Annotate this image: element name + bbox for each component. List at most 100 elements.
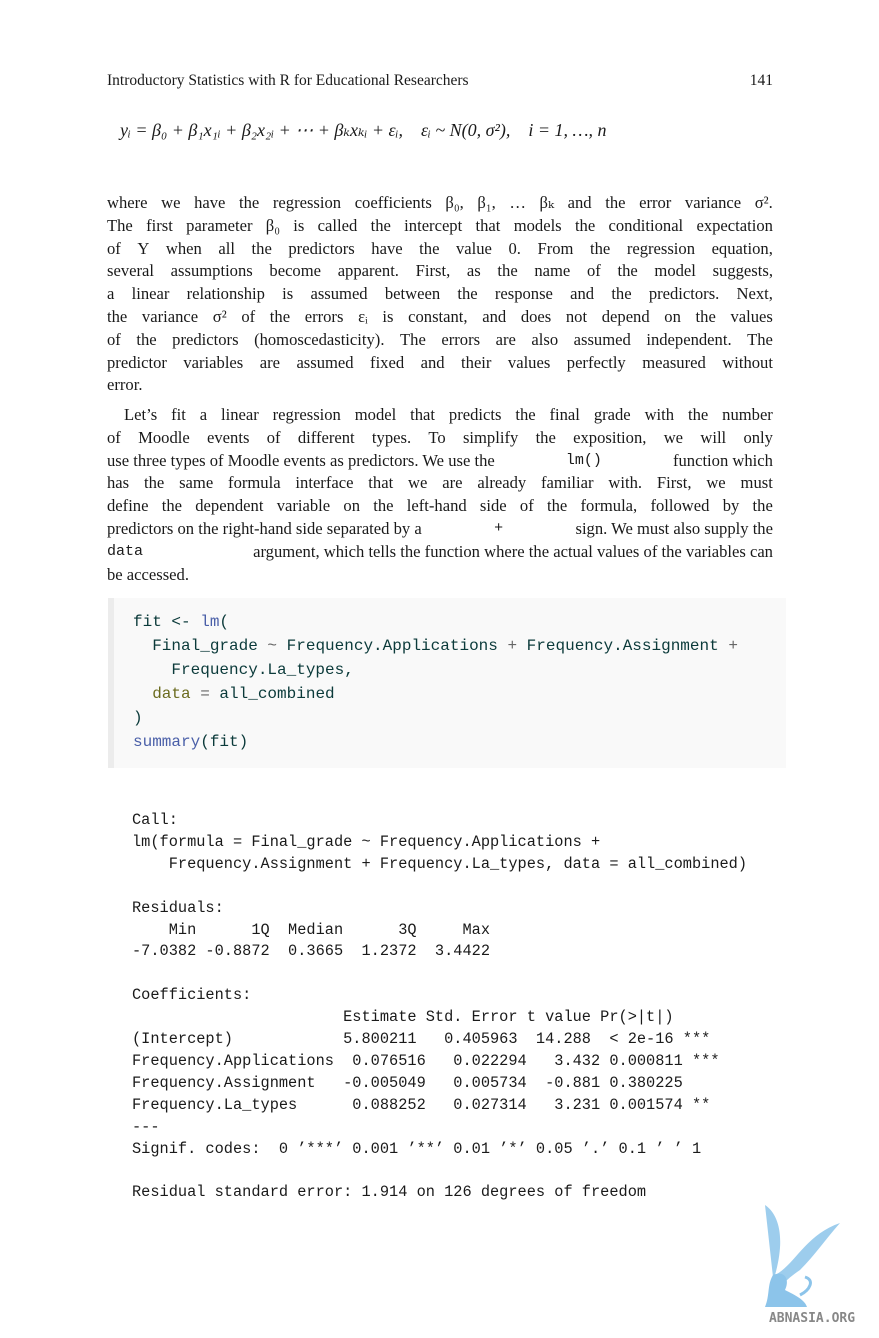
word: when: [165, 238, 202, 258]
word: To: [428, 427, 446, 447]
word: that: [410, 405, 436, 424]
word: β₀: [265, 215, 280, 235]
word: between: [384, 284, 441, 304]
word: without: [722, 352, 773, 372]
word: the: [107, 306, 128, 326]
word: called: [317, 215, 358, 235]
word: we: [706, 473, 726, 493]
word: Next,: [736, 284, 773, 304]
code-block: fit <- lm( Final_grade ~ Frequency.Appli…: [108, 598, 786, 768]
word: and: [482, 306, 507, 326]
text-line: the variance σ² of the errors εᵢ is constant, and…: [107, 306, 773, 329]
word: intercept: [404, 215, 463, 235]
word: Let’s: [124, 405, 158, 424]
word: also: [531, 329, 559, 349]
word: on: [664, 306, 681, 326]
code-operator: =: [190, 685, 220, 703]
word: regression: [272, 405, 341, 424]
code-function: lm: [200, 613, 220, 631]
word: 0.: [508, 238, 521, 258]
word: assumed: [573, 329, 631, 349]
word: predictors: [288, 238, 355, 258]
word: assumptions: [170, 261, 253, 281]
running-header-title: Introductory Statistics with R for Educa…: [107, 72, 469, 89]
word: same: [179, 473, 214, 493]
word: assumed: [310, 284, 368, 304]
word: name: [534, 261, 571, 281]
word: value: [455, 238, 492, 258]
word: are: [495, 329, 516, 349]
word: Y: [137, 238, 150, 258]
word: values: [507, 352, 551, 372]
word: First,: [415, 261, 451, 281]
word: where: [107, 193, 148, 212]
word: the: [617, 261, 638, 281]
text-line: where we have the regression coefficients β₀, β…: [107, 192, 773, 215]
code-text: fit <-: [133, 613, 201, 631]
word: measured: [642, 352, 706, 372]
word: is: [293, 215, 305, 235]
word: are: [259, 352, 280, 372]
word: have: [194, 193, 226, 212]
word: expectation: [696, 215, 773, 235]
word: has: [107, 473, 130, 493]
code-text: ): [133, 709, 143, 727]
word: β₁,: [477, 193, 496, 212]
word: all: [218, 238, 235, 258]
text-line: of Ywhen all the predictors have the value 0. Fro…: [107, 238, 773, 261]
text-segment: argument, which tells the function where…: [253, 541, 773, 561]
word: followed: [650, 496, 710, 516]
word: already: [477, 473, 527, 493]
word: the: [546, 496, 568, 516]
word: models: [513, 215, 562, 235]
word: The: [400, 329, 426, 349]
word: first: [146, 215, 173, 235]
word: formula: [228, 473, 281, 493]
word: of: [266, 427, 281, 447]
word: simplify: [462, 427, 519, 447]
word: as: [466, 261, 481, 281]
word: From: [537, 238, 574, 258]
inline-code: lm(): [565, 451, 602, 469]
watermark-logo: ABNASIA.ORG: [745, 1195, 879, 1333]
word: response: [494, 284, 553, 304]
word: The: [747, 329, 773, 349]
word: with.: [608, 473, 643, 493]
word: have: [371, 238, 403, 258]
word: the: [611, 284, 632, 304]
word: final: [549, 405, 580, 424]
code-text: (fit): [200, 733, 249, 751]
word: of: [107, 427, 121, 447]
word: The: [107, 215, 133, 235]
word: left-hand: [406, 496, 467, 516]
word: regression: [272, 193, 342, 212]
word: of: [107, 238, 121, 258]
word: and: [420, 352, 445, 372]
text-line: The first parameter β₀ is called the intercept t…: [107, 215, 773, 238]
word: interface: [295, 473, 354, 493]
word: types.: [371, 427, 412, 447]
code-operator: +: [507, 637, 518, 655]
code-function: summary: [133, 733, 201, 751]
word: grade: [593, 405, 631, 424]
word: parameter: [186, 215, 253, 235]
word: not: [565, 306, 588, 326]
code-text: Frequency.Assignment: [517, 637, 729, 655]
word: the: [535, 427, 556, 447]
word: βₖ: [539, 193, 555, 212]
word: the: [497, 261, 518, 281]
word: are: [442, 473, 463, 493]
code-text: Final_grade: [133, 637, 268, 655]
word: the: [161, 496, 182, 516]
word: predicts: [448, 405, 502, 424]
text-line: has the same formula interface that we are alrea…: [107, 472, 773, 495]
r-code: fit <- lm( Final_grade ~ Frequency.Appli…: [133, 610, 738, 754]
word: values: [730, 306, 773, 326]
word: several: [107, 261, 154, 281]
word: predictors.: [648, 284, 720, 304]
page-number: 141: [749, 72, 773, 89]
word: define: [107, 496, 149, 516]
word: …: [509, 193, 526, 212]
text-line: of the predictors (homoscedasticity). The err…: [107, 329, 773, 352]
paragraph-fit-model: Let’s fit a linear regression model that predic…: [107, 404, 773, 586]
